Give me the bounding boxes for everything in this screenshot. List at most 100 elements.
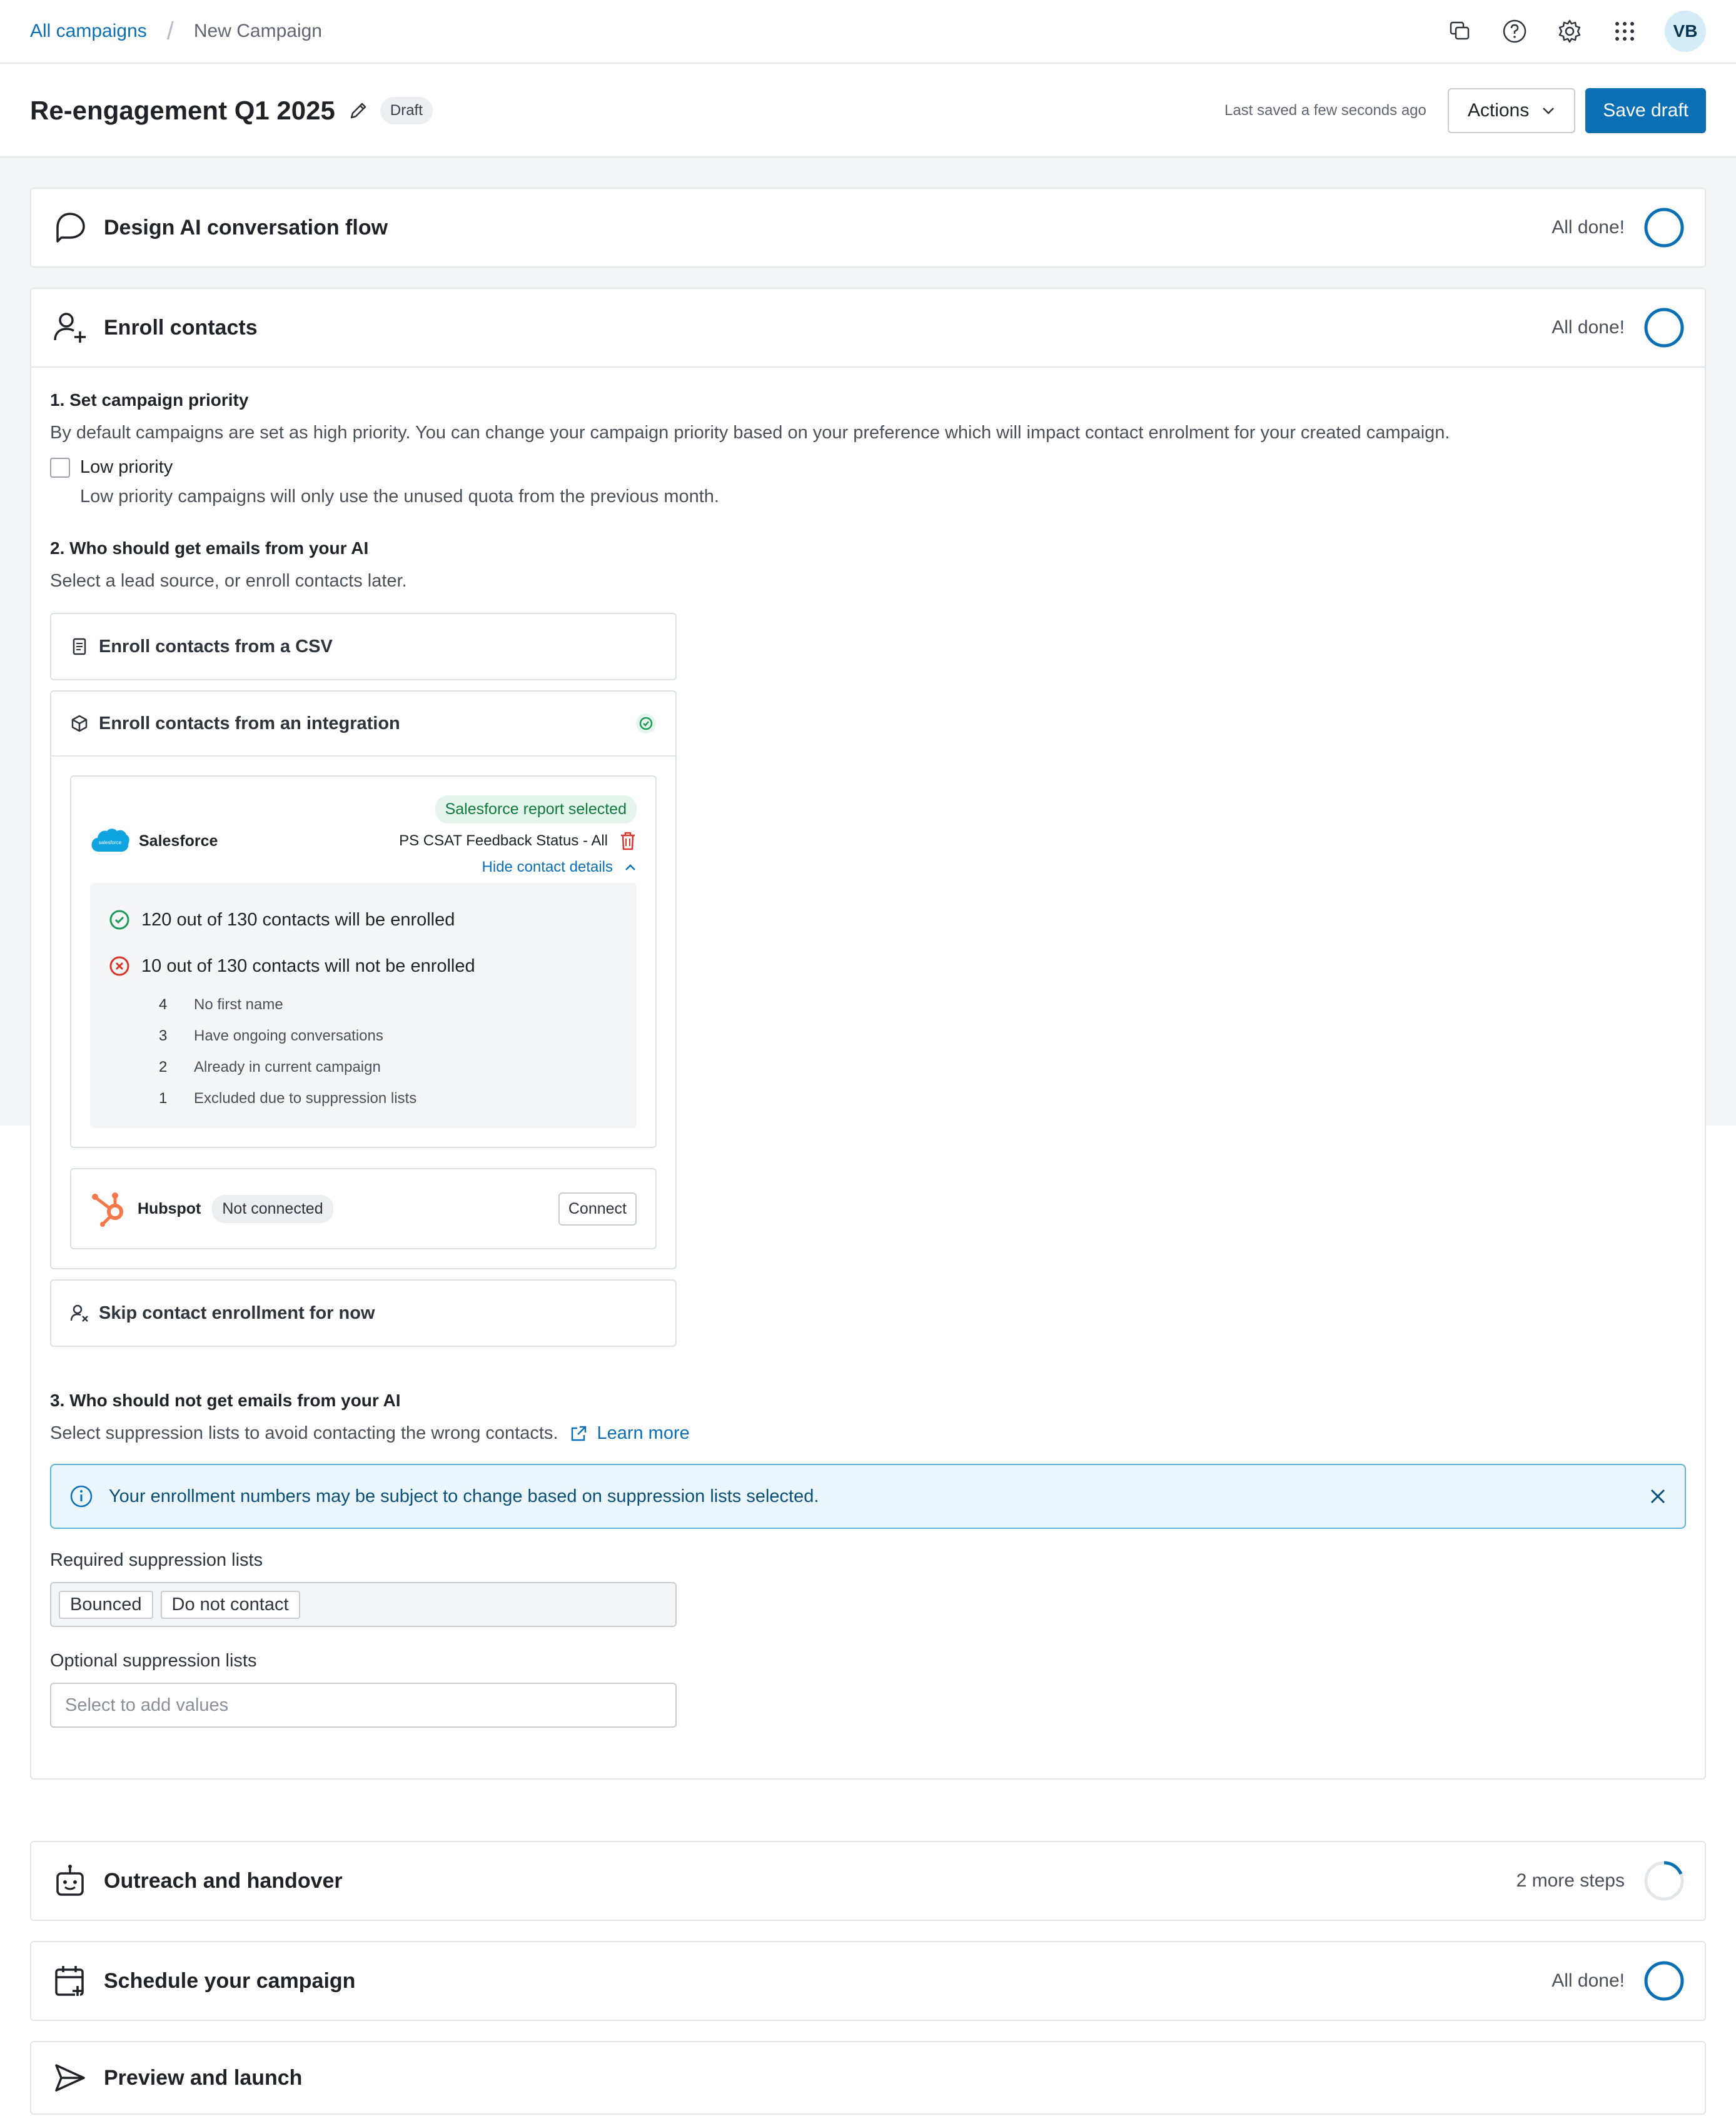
salesforce-name: Salesforce bbox=[139, 832, 218, 850]
info-banner: Your enrollment numbers may be subject t… bbox=[50, 1464, 1686, 1529]
report-name: PS CSAT Feedback Status - All bbox=[399, 832, 608, 849]
hubspot-status-badge: Not connected bbox=[212, 1194, 333, 1223]
nav-icon-group: VB bbox=[1445, 11, 1706, 52]
external-link-icon[interactable] bbox=[569, 1424, 588, 1443]
actions-label: Actions bbox=[1467, 100, 1530, 121]
chevron-down-icon bbox=[1543, 108, 1555, 114]
integration-option-label: Enroll contacts from an integration bbox=[99, 713, 400, 733]
status-badge: Draft bbox=[380, 97, 433, 124]
contact-details-panel: 120 out of 130 contacts will be enrolled… bbox=[90, 883, 637, 1128]
breadcrumb-current: New Campaign bbox=[193, 21, 322, 41]
enrolled-summary: 120 out of 130 contacts will be enrolled bbox=[109, 897, 618, 943]
suppression-section-title: 3. Who should not get emails from your A… bbox=[50, 1391, 401, 1410]
delete-trash-icon[interactable] bbox=[619, 831, 637, 851]
step-status: All done! bbox=[1552, 317, 1625, 338]
info-icon bbox=[70, 1485, 93, 1508]
chat-bubble-icon bbox=[51, 209, 89, 246]
selected-check-icon bbox=[636, 713, 656, 733]
info-banner-text: Your enrollment numbers may be subject t… bbox=[109, 1486, 819, 1506]
calendar-add-icon bbox=[51, 1962, 89, 2000]
salesforce-logo-text: salesforce bbox=[99, 840, 122, 845]
page-header: Re-engagement Q1 2025 Draft Last saved a… bbox=[0, 65, 1736, 158]
hubspot-connect-button[interactable]: Connect bbox=[558, 1192, 637, 1226]
save-draft-button[interactable]: Save draft bbox=[1585, 88, 1706, 133]
step-outreach-card[interactable]: Outreach and handover 2 more steps bbox=[30, 1841, 1706, 1921]
add-user-icon bbox=[51, 309, 89, 346]
integration-option-header[interactable]: Enroll contacts from an integration bbox=[51, 692, 675, 757]
reason-label: Excluded due to suppression lists bbox=[194, 1090, 417, 1107]
last-saved-text: Last saved a few seconds ago bbox=[1224, 102, 1426, 119]
csv-file-icon bbox=[73, 638, 86, 655]
salesforce-integration: salesforce Salesforce Salesforce report … bbox=[70, 775, 657, 1148]
priority-section-title: 1. Set campaign priority bbox=[50, 390, 249, 410]
step-title: Preview and launch bbox=[104, 2065, 303, 2090]
edit-pencil-icon[interactable] bbox=[348, 100, 369, 121]
priority-description: By default campaigns are set as high pri… bbox=[50, 423, 1450, 443]
csv-enroll-option[interactable]: Enroll contacts from a CSV bbox=[50, 613, 677, 680]
not-enrolled-summary: 10 out of 130 contacts will not be enrol… bbox=[109, 943, 618, 989]
not-enrolled-text: 10 out of 130 contacts will not be enrol… bbox=[141, 955, 475, 976]
low-priority-option[interactable]: Low priority bbox=[50, 457, 1686, 478]
breadcrumb-all-campaigns[interactable]: All campaigns bbox=[30, 21, 147, 42]
suppression-description-row: Select suppression lists to avoid contac… bbox=[50, 1423, 1686, 1444]
progress-ring-icon bbox=[1644, 1861, 1684, 1901]
check-circle-icon bbox=[109, 910, 129, 930]
progress-ring-icon bbox=[1644, 208, 1684, 248]
package-icon bbox=[71, 715, 88, 732]
breadcrumb-separator: / bbox=[166, 17, 174, 45]
chat-icon[interactable] bbox=[1445, 16, 1475, 46]
step-title: Outreach and handover bbox=[104, 1868, 343, 1893]
skip-enroll-option[interactable]: Skip contact enrollment for now bbox=[50, 1279, 677, 1347]
integration-enroll-option: Enroll contacts from an integration sale… bbox=[50, 690, 677, 1269]
settings-icon[interactable] bbox=[1555, 16, 1585, 46]
exclusion-reason: 4 No first name bbox=[109, 989, 618, 1020]
optional-suppression-select[interactable]: Select to add values bbox=[50, 1683, 677, 1728]
step-preview-card[interactable]: Preview and launch bbox=[30, 2041, 1706, 2115]
reason-label: Already in current campaign bbox=[194, 1059, 381, 1076]
step-status: All done! bbox=[1552, 1970, 1625, 1991]
reason-label: No first name bbox=[194, 996, 283, 1013]
actions-dropdown-button[interactable]: Actions bbox=[1447, 88, 1576, 133]
learn-more-link[interactable]: Learn more bbox=[597, 1423, 689, 1444]
salesforce-logo: salesforce bbox=[91, 829, 129, 852]
apps-grid-icon[interactable] bbox=[1610, 16, 1640, 46]
csv-option-label: Enroll contacts from a CSV bbox=[99, 636, 333, 657]
low-priority-help: Low priority campaigns will only use the… bbox=[80, 486, 719, 506]
robot-icon bbox=[51, 1862, 89, 1900]
send-icon bbox=[51, 2059, 89, 2097]
reason-count: 4 bbox=[159, 996, 168, 1013]
close-icon[interactable] bbox=[1648, 1487, 1667, 1506]
progress-ring-icon bbox=[1644, 1961, 1684, 2001]
page-title: Re-engagement Q1 2025 bbox=[30, 96, 335, 125]
progress-ring-icon bbox=[1644, 308, 1684, 348]
required-suppression-select: Bounced Do not contact bbox=[50, 1582, 677, 1627]
suppression-description: Select suppression lists to avoid contac… bbox=[50, 1423, 558, 1443]
reason-count: 1 bbox=[159, 1090, 168, 1107]
reason-count: 2 bbox=[159, 1059, 168, 1076]
report-selected-badge: Salesforce report selected bbox=[435, 795, 637, 824]
hubspot-name: Hubspot bbox=[138, 1199, 201, 1217]
top-nav: All campaigns / New Campaign VB bbox=[0, 0, 1736, 64]
exclusion-reason: 2 Already in current campaign bbox=[109, 1052, 618, 1083]
step-design-card[interactable]: Design AI conversation flow All done! bbox=[30, 188, 1706, 268]
low-priority-label: Low priority bbox=[80, 457, 173, 477]
help-icon[interactable] bbox=[1500, 16, 1530, 46]
hide-contact-details-toggle[interactable]: Hide contact details bbox=[482, 859, 637, 876]
step-title: Enroll contacts bbox=[104, 315, 258, 340]
step-schedule-card[interactable]: Schedule your campaign All done! bbox=[30, 1941, 1706, 2021]
exclusion-reason: 3 Have ongoing conversations bbox=[109, 1020, 618, 1052]
suppression-chip: Do not contact bbox=[160, 1590, 300, 1619]
suppression-chip: Bounced bbox=[59, 1590, 153, 1619]
enroll-card-header[interactable]: Enroll contacts All done! bbox=[31, 289, 1705, 366]
avatar[interactable]: VB bbox=[1665, 11, 1706, 52]
step-title: Schedule your campaign bbox=[104, 1968, 356, 1993]
optional-suppression-label: Optional suppression lists bbox=[50, 1651, 257, 1671]
exclusion-reason: 1 Excluded due to suppression lists bbox=[109, 1083, 618, 1114]
user-skip-icon bbox=[70, 1304, 88, 1322]
x-circle-icon bbox=[109, 956, 129, 976]
chevron-up-icon bbox=[625, 864, 635, 870]
reason-count: 3 bbox=[159, 1027, 168, 1044]
step-status: 2 more steps bbox=[1516, 1870, 1625, 1891]
enroll-card-body: 1. Set campaign priority By default camp… bbox=[31, 366, 1705, 1746]
low-priority-checkbox[interactable] bbox=[50, 457, 70, 478]
